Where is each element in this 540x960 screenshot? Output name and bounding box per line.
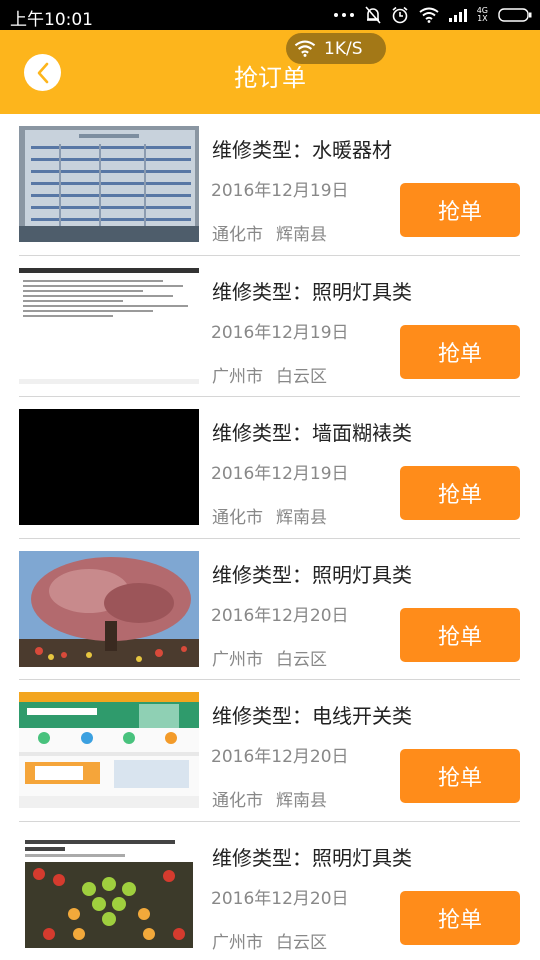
wifi-icon [294, 40, 316, 57]
battery-icon [498, 8, 532, 22]
order-item[interactable]: 维修类型： 照明灯具类 2016年12月19日 广州市 白云区 抢单 [0, 256, 540, 397]
order-city: 通化市 [212, 791, 263, 811]
order-city: 广州市 [212, 366, 263, 387]
repair-type-label: 维修类型： [212, 704, 312, 728]
order-district: 白云区 [276, 366, 327, 387]
order-thumbnail[interactable] [19, 267, 199, 384]
order-date: 2016年12月20日 [211, 605, 349, 626]
order-list[interactable]: 维修类型： 水暖器材 2016年12月19日 通化市 辉南县 抢单 维修类型： … [0, 114, 540, 960]
grab-order-button[interactable]: 抢单 [400, 749, 520, 803]
repair-type-label: 维修类型： [212, 421, 312, 445]
order-date: 2016年12月19日 [211, 322, 349, 343]
grab-order-button[interactable]: 抢单 [400, 324, 520, 379]
order-location: 广州市 白云区 [212, 645, 327, 670]
repair-type: 维修类型： 墙面糊裱类 [212, 417, 412, 446]
grab-order-button[interactable]: 抢单 [400, 890, 520, 945]
order-item[interactable]: 维修类型： 墙面糊裱类 2016年12月19日 通化市 辉南县 抢单 [0, 397, 540, 539]
network-type-label: 4G 1X [476, 6, 488, 23]
order-district: 辉南县 [276, 791, 327, 811]
status-time: 上午10:01 [10, 10, 93, 30]
repair-type: 维修类型： 电线开关类 [212, 700, 412, 729]
order-thumbnail[interactable] [19, 833, 199, 950]
status-icons: 4G 1X [333, 6, 532, 24]
repair-type: 维修类型： 照明灯具类 [212, 276, 412, 305]
order-city: 广州市 [212, 932, 263, 953]
header-bar: 抢订单 1K/S [0, 30, 540, 114]
repair-type: 维修类型： 照明灯具类 [212, 842, 412, 871]
speed-value: 1K/S [324, 38, 363, 59]
order-location: 广州市 白云区 [212, 362, 327, 387]
order-item[interactable]: 维修类型： 照明灯具类 2016年12月20日 广州市 白云区 抢单 [0, 539, 540, 680]
mute-bell-icon [365, 6, 381, 24]
order-date: 2016年12月19日 [211, 464, 349, 484]
order-thumbnail[interactable] [19, 692, 199, 808]
page-title: 抢订单 [234, 64, 306, 92]
order-date: 2016年12月20日 [211, 747, 349, 767]
order-location: 通化市 辉南县 [212, 786, 327, 811]
grab-order-button[interactable]: 抢单 [400, 607, 520, 662]
repair-type-label: 维修类型： [212, 138, 312, 162]
repair-type: 维修类型： 照明灯具类 [212, 559, 412, 588]
repair-type-value: 照明灯具类 [312, 279, 412, 304]
order-city: 通化市 [212, 225, 263, 245]
repair-type-value: 电线开关类 [312, 704, 412, 728]
grab-order-button[interactable]: 抢单 [400, 466, 520, 520]
order-district: 白云区 [276, 932, 327, 953]
status-bar: 上午10:01 4G 1X [0, 0, 540, 30]
order-item[interactable]: 维修类型： 电线开关类 2016年12月20日 通化市 辉南县 抢单 [0, 680, 540, 822]
grab-order-button[interactable]: 抢单 [400, 183, 520, 237]
repair-type-value: 水暖器材 [312, 138, 392, 162]
order-thumbnail[interactable] [19, 550, 199, 667]
repair-type-label: 维修类型： [212, 845, 312, 870]
order-item[interactable]: 维修类型： 照明灯具类 2016年12月20日 广州市 白云区 抢单 [0, 822, 540, 960]
order-location: 通化市 辉南县 [212, 503, 327, 528]
order-item[interactable]: 维修类型： 水暖器材 2016年12月19日 通化市 辉南县 抢单 [0, 114, 540, 256]
repair-type-label: 维修类型： [212, 279, 312, 304]
order-thumbnail[interactable] [19, 409, 199, 525]
signal-dots-icon [333, 13, 354, 17]
order-thumbnail[interactable] [19, 126, 199, 242]
order-district: 辉南县 [276, 225, 327, 245]
repair-type-label: 维修类型： [212, 562, 312, 587]
repair-type-value: 墙面糊裱类 [312, 421, 412, 445]
wifi-icon [419, 7, 439, 23]
order-date: 2016年12月20日 [211, 888, 349, 909]
order-district: 白云区 [276, 649, 327, 670]
repair-type: 维修类型： 水暖器材 [212, 134, 392, 163]
order-city: 通化市 [212, 508, 263, 528]
repair-type-value: 照明灯具类 [312, 845, 412, 870]
alarm-clock-icon [392, 6, 408, 24]
order-district: 辉南县 [276, 508, 327, 528]
order-location: 广州市 白云区 [212, 928, 327, 953]
order-city: 广州市 [212, 649, 263, 670]
repair-type-value: 照明灯具类 [312, 562, 412, 587]
order-date: 2016年12月19日 [211, 181, 349, 201]
order-location: 通化市 辉南县 [212, 220, 327, 245]
network-speed-overlay: 1K/S [286, 33, 386, 64]
signal-strength-icon [448, 9, 467, 22]
